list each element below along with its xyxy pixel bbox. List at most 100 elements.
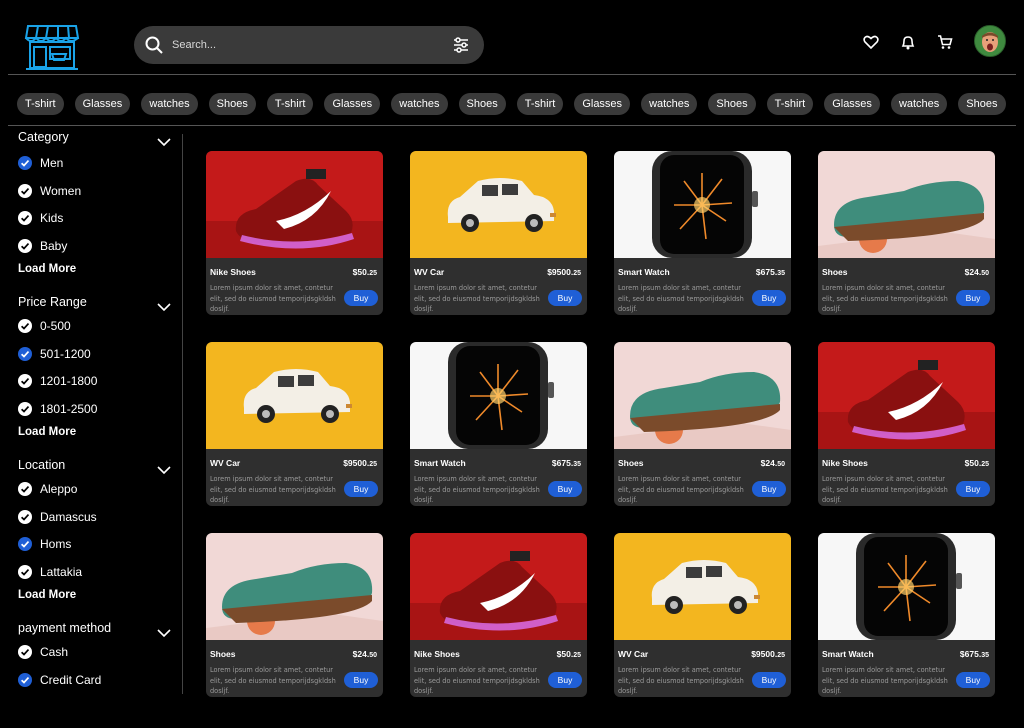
avatar[interactable]: [974, 25, 1006, 57]
product-name: WV Car: [414, 267, 445, 277]
filter-option-price[interactable]: 0-500: [18, 318, 71, 334]
buy-button[interactable]: Buy: [548, 672, 582, 688]
filter-option-location[interactable]: Damascus: [18, 509, 97, 525]
product-price-main: $675.: [959, 649, 982, 659]
buy-button[interactable]: Buy: [956, 672, 990, 688]
shop-logo-icon[interactable]: [24, 22, 80, 72]
check-icon[interactable]: [18, 239, 32, 254]
filter-option-location[interactable]: Aleppo: [18, 481, 77, 497]
product-image-white-car[interactable]: [410, 151, 587, 258]
bell-icon[interactable]: [900, 34, 916, 50]
product-price-main: $50.: [964, 458, 982, 468]
filter-option-price[interactable]: 1801-2500: [18, 401, 97, 417]
filter-option-payment[interactable]: Cash: [18, 644, 68, 660]
search-icon[interactable]: [144, 35, 164, 55]
check-icon[interactable]: [18, 565, 32, 580]
search-input[interactable]: [170, 38, 452, 52]
check-icon[interactable]: [18, 319, 32, 333]
check-icon[interactable]: [18, 509, 32, 524]
tag-chip[interactable]: Shoes: [708, 93, 756, 115]
check-icon[interactable]: [18, 672, 32, 687]
check-icon[interactable]: [18, 537, 32, 552]
product-card[interactable]: Shoes $24.50 Lorem ipsum dolor sit amet, c…: [818, 151, 995, 315]
chevron-down-icon[interactable]: [157, 299, 171, 312]
tag-chip[interactable]: Glasses: [574, 93, 631, 115]
filter-option-category[interactable]: Baby: [18, 238, 67, 254]
check-icon[interactable]: [18, 156, 32, 170]
check-icon[interactable]: [18, 402, 32, 417]
tag-chip[interactable]: Shoes: [458, 93, 506, 115]
check-icon[interactable]: [18, 346, 32, 361]
product-name: Smart Watch: [822, 649, 874, 659]
filter-option-price[interactable]: 1201-1800: [18, 373, 97, 389]
filter-option-location[interactable]: Lattakia: [18, 564, 82, 580]
load-more-link[interactable]: Load More: [18, 426, 76, 438]
product-image-red-sneaker[interactable]: [206, 151, 383, 258]
product-image-smart-watch[interactable]: [818, 533, 995, 640]
product-card[interactable]: Shoes $24.50 Lorem ipsum dolor sit amet, c…: [206, 533, 383, 697]
tag-chip[interactable]: watches: [141, 93, 198, 115]
buy-button[interactable]: Buy: [344, 672, 378, 688]
filter-option-category[interactable]: Kids: [18, 210, 63, 226]
buy-button[interactable]: Buy: [956, 290, 990, 306]
tag-chip[interactable]: watches: [391, 93, 448, 115]
product-card[interactable]: Shoes $24.50 Lorem ipsum dolor sit amet, c…: [614, 342, 791, 506]
tag-chip[interactable]: T-shirt: [516, 93, 564, 115]
tag-chip[interactable]: watches: [641, 93, 698, 115]
tag-chip[interactable]: Shoes: [208, 93, 256, 115]
tag-chip[interactable]: Glasses: [324, 93, 381, 115]
product-card[interactable]: WV Car $9500.25 Lorem ipsum dolor sit amet…: [614, 533, 791, 697]
product-card[interactable]: WV Car $9500.25 Lorem ipsum dolor sit amet…: [206, 342, 383, 506]
product-image-green-shoe[interactable]: [614, 342, 791, 449]
filter-option-payment[interactable]: Credit Card: [18, 672, 101, 688]
buy-button[interactable]: Buy: [752, 672, 786, 688]
product-image-green-shoe[interactable]: [818, 151, 995, 258]
product-image-white-car[interactable]: [614, 533, 791, 640]
tag-chip[interactable]: T-shirt: [17, 93, 64, 115]
tag-chip[interactable]: T-shirt: [266, 93, 314, 115]
product-card[interactable]: Nike Shoes $50.25 Lorem ipsum dolor sit am…: [410, 533, 587, 697]
check-icon[interactable]: [18, 183, 32, 198]
chevron-down-icon[interactable]: [157, 462, 171, 475]
load-more-link[interactable]: Load More: [18, 589, 76, 601]
filter-option-category[interactable]: Men: [18, 155, 63, 171]
check-icon[interactable]: [18, 211, 32, 226]
cart-icon[interactable]: [937, 34, 953, 50]
tag-chip[interactable]: Shoes: [958, 93, 1006, 115]
buy-button[interactable]: Buy: [548, 481, 582, 497]
product-description: Lorem ipsum dolor sit amet, contetur eli…: [414, 666, 540, 695]
filter-option-price[interactable]: 501-1200: [18, 346, 91, 362]
check-icon[interactable]: [18, 374, 32, 389]
buy-button[interactable]: Buy: [752, 290, 786, 306]
product-image-white-car[interactable]: [206, 342, 383, 449]
check-icon[interactable]: [18, 482, 32, 496]
chevron-down-icon[interactable]: [157, 134, 171, 147]
product-image-smart-watch[interactable]: [410, 342, 587, 449]
tag-chip[interactable]: Glasses: [74, 93, 131, 115]
buy-button[interactable]: Buy: [344, 290, 378, 306]
product-image-smart-watch[interactable]: [614, 151, 791, 258]
filter-icon[interactable]: [452, 36, 470, 54]
product-card[interactable]: Smart Watch $675.35 Lorem ipsum dolor sit …: [818, 533, 995, 697]
filter-option-location[interactable]: Homs: [18, 536, 71, 552]
product-card[interactable]: Nike Shoes $50.25 Lorem ipsum dolor sit am…: [818, 342, 995, 506]
product-card[interactable]: WV Car $9500.25 Lorem ipsum dolor sit amet…: [410, 151, 587, 315]
buy-button[interactable]: Buy: [548, 290, 582, 306]
load-more-link[interactable]: Load More: [18, 263, 76, 275]
product-card[interactable]: Smart Watch $675.35 Lorem ipsum dolor sit …: [410, 342, 587, 506]
heart-icon[interactable]: [863, 34, 879, 50]
buy-button[interactable]: Buy: [956, 481, 990, 497]
product-card[interactable]: Smart Watch $675.35 Lorem ipsum dolor sit …: [614, 151, 791, 315]
product-image-red-sneaker[interactable]: [818, 342, 995, 449]
buy-button[interactable]: Buy: [752, 481, 786, 497]
product-image-green-shoe[interactable]: [206, 533, 383, 640]
buy-button[interactable]: Buy: [344, 481, 378, 497]
filter-option-category[interactable]: Women: [18, 183, 81, 199]
tag-chip[interactable]: watches: [890, 93, 948, 115]
product-card[interactable]: Nike Shoes $50.25 Lorem ipsum dolor sit am…: [206, 151, 383, 315]
tag-chip[interactable]: Glasses: [824, 93, 880, 115]
product-image-red-sneaker[interactable]: [410, 533, 587, 640]
chevron-down-icon[interactable]: [157, 625, 171, 638]
tag-chip[interactable]: T-shirt: [766, 93, 814, 115]
check-icon[interactable]: [18, 645, 32, 659]
